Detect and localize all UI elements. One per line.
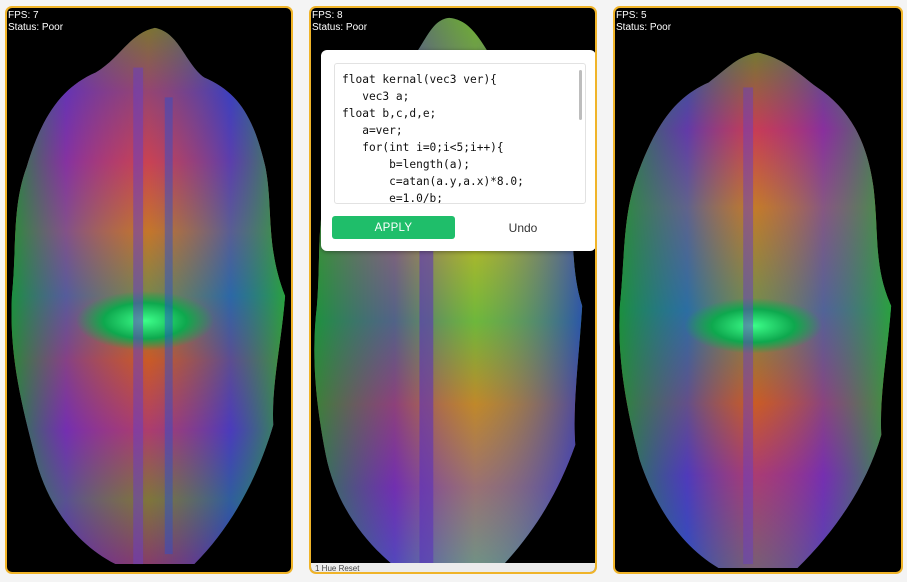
status-readout: Status: Poor	[312, 22, 368, 33]
code-scrollbar[interactable]	[579, 70, 582, 120]
code-line[interactable]: float kernal(vec3 ver){	[342, 71, 585, 88]
render-panel-2[interactable]: FPS: 8 Status: Poor float kernal(vec3 ve…	[309, 6, 597, 574]
code-line[interactable]: vec3 a;	[342, 88, 585, 105]
code-line[interactable]: a=ver;	[342, 122, 585, 139]
fractal-render-1[interactable]	[7, 8, 291, 572]
code-line[interactable]: for(int i=0;i<5;i++){	[342, 139, 585, 156]
code-lines[interactable]: float kernal(vec3 ver){ vec3 a; float b,c…	[335, 64, 585, 203]
fps-readout: FPS: 8	[312, 10, 343, 21]
shader-code-editor[interactable]: float kernal(vec3 ver){ vec3 a; float b,c…	[334, 63, 586, 204]
fps-readout: FPS: 5	[616, 10, 647, 21]
controls-strip: 1 Hue Reset	[311, 563, 595, 572]
code-line[interactable]: b=length(a);	[342, 156, 585, 173]
undo-button[interactable]: Undo	[461, 216, 585, 239]
fractal-render-3[interactable]	[615, 8, 901, 572]
render-panel-3[interactable]: FPS: 5 Status: Poor	[613, 6, 903, 574]
shader-editor-card: float kernal(vec3 ver){ vec3 a; float b,c…	[321, 50, 595, 251]
hud-overlay: FPS: 5 Status: Poor	[615, 10, 671, 34]
render-panel-1[interactable]: FPS: 7 Status: Poor	[5, 6, 293, 574]
controls-strip-label: 1 Hue Reset	[315, 564, 360, 573]
hud-overlay: FPS: 8 Status: Poor	[311, 10, 367, 34]
apply-button[interactable]: APPLY	[332, 216, 455, 239]
code-line[interactable]: e=1.0/b;	[342, 190, 585, 203]
code-line[interactable]: c=atan(a.y,a.x)*8.0;	[342, 173, 585, 190]
hud-overlay: FPS: 7 Status: Poor	[7, 10, 63, 34]
code-line[interactable]: float b,c,d,e;	[342, 105, 585, 122]
fps-readout: FPS: 7	[8, 10, 39, 21]
status-readout: Status: Poor	[8, 22, 64, 33]
status-readout: Status: Poor	[616, 22, 672, 33]
